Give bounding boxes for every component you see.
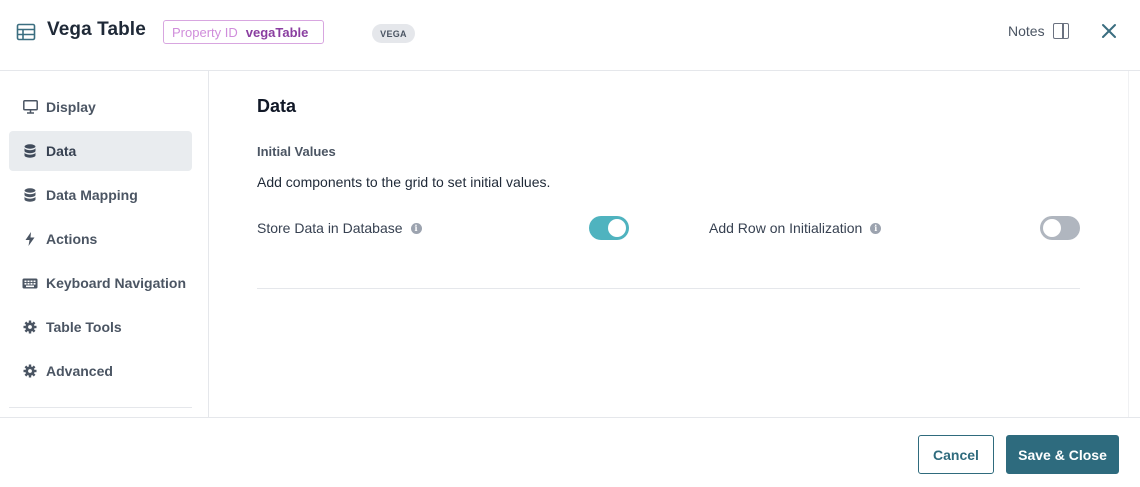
store-data-label: Store Data in Database — [257, 220, 403, 236]
info-icon[interactable]: i — [410, 222, 422, 234]
sidebar-item-table-tools[interactable]: Table Tools — [9, 307, 192, 347]
property-id-label: Property ID — [172, 24, 238, 40]
main-panel: Data Initial Values Add components to th… — [209, 71, 1140, 417]
sidebar-item-keyboard-navigation[interactable]: Keyboard Navigation — [9, 263, 192, 303]
sidebar-divider — [9, 407, 192, 408]
sidebar-item-label: Data Mapping — [46, 187, 138, 203]
table-icon — [16, 22, 36, 42]
dialog-header: Vega Table Property ID vegaTable VEGA No… — [0, 0, 1140, 71]
gear-icon — [22, 363, 38, 379]
monitor-icon — [22, 99, 38, 115]
subsection-title: Initial Values — [257, 144, 336, 159]
lightning-icon — [22, 231, 38, 247]
database-icon — [22, 187, 38, 203]
sidebar-item-data[interactable]: Data — [9, 131, 192, 171]
store-data-toggle[interactable] — [589, 216, 629, 240]
toggle-knob — [608, 219, 626, 237]
store-data-setting: Store Data in Database i — [257, 216, 422, 240]
toggle-knob — [1043, 219, 1061, 237]
type-badge: VEGA — [372, 24, 415, 43]
sidebar-item-label: Data — [46, 143, 77, 159]
notes-button[interactable]: Notes — [1008, 23, 1069, 39]
add-row-setting: Add Row on Initialization i — [709, 216, 882, 240]
close-icon[interactable] — [1099, 21, 1119, 41]
dialog-footer: Cancel Save & Close — [0, 417, 1140, 487]
sidebar-item-actions[interactable]: Actions — [9, 219, 192, 259]
property-id-value: vegaTable — [245, 24, 309, 40]
keyboard-icon — [22, 275, 38, 291]
add-row-label: Add Row on Initialization — [709, 220, 863, 236]
notes-label: Notes — [1008, 23, 1045, 39]
section-divider — [257, 288, 1080, 289]
property-id-badge[interactable]: Property ID vegaTable — [163, 20, 324, 44]
sidebar-item-data-mapping[interactable]: Data Mapping — [9, 175, 192, 215]
page-title: Vega Table — [47, 19, 146, 40]
save-close-button[interactable]: Save & Close — [1006, 435, 1119, 474]
description-text: Add components to the grid to set initia… — [257, 174, 551, 190]
database-icon — [22, 143, 38, 159]
gear-icon — [22, 319, 38, 335]
add-row-toggle[interactable] — [1040, 216, 1080, 240]
panel-icon — [1052, 23, 1069, 39]
sidebar-item-label: Display — [46, 99, 96, 115]
sidebar-item-advanced[interactable]: Advanced — [9, 351, 192, 391]
section-title: Data — [257, 96, 297, 116]
sidebar-item-label: Advanced — [46, 363, 113, 379]
sidebar-item-display[interactable]: Display — [9, 87, 192, 127]
sidebar-item-label: Actions — [46, 231, 98, 247]
cancel-button[interactable]: Cancel — [918, 435, 994, 474]
info-icon[interactable]: i — [870, 222, 882, 234]
scrollbar[interactable] — [1128, 71, 1140, 417]
sidebar-item-label: Keyboard Navigation — [46, 275, 187, 291]
sidebar-item-label: Table Tools — [46, 319, 122, 335]
sidebar-nav: Display Data Data Mapping Actions Keyboa… — [0, 71, 209, 417]
